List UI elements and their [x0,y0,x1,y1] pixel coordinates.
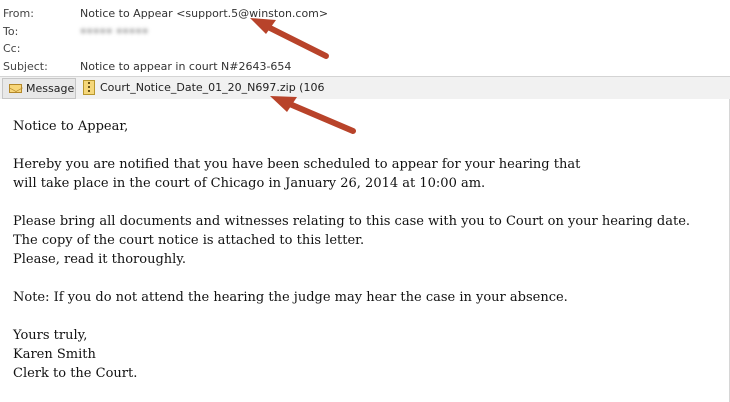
annotation-arrows [250,18,356,134]
arrow-to-sender [250,18,329,59]
arrow-to-attachment [270,96,356,134]
